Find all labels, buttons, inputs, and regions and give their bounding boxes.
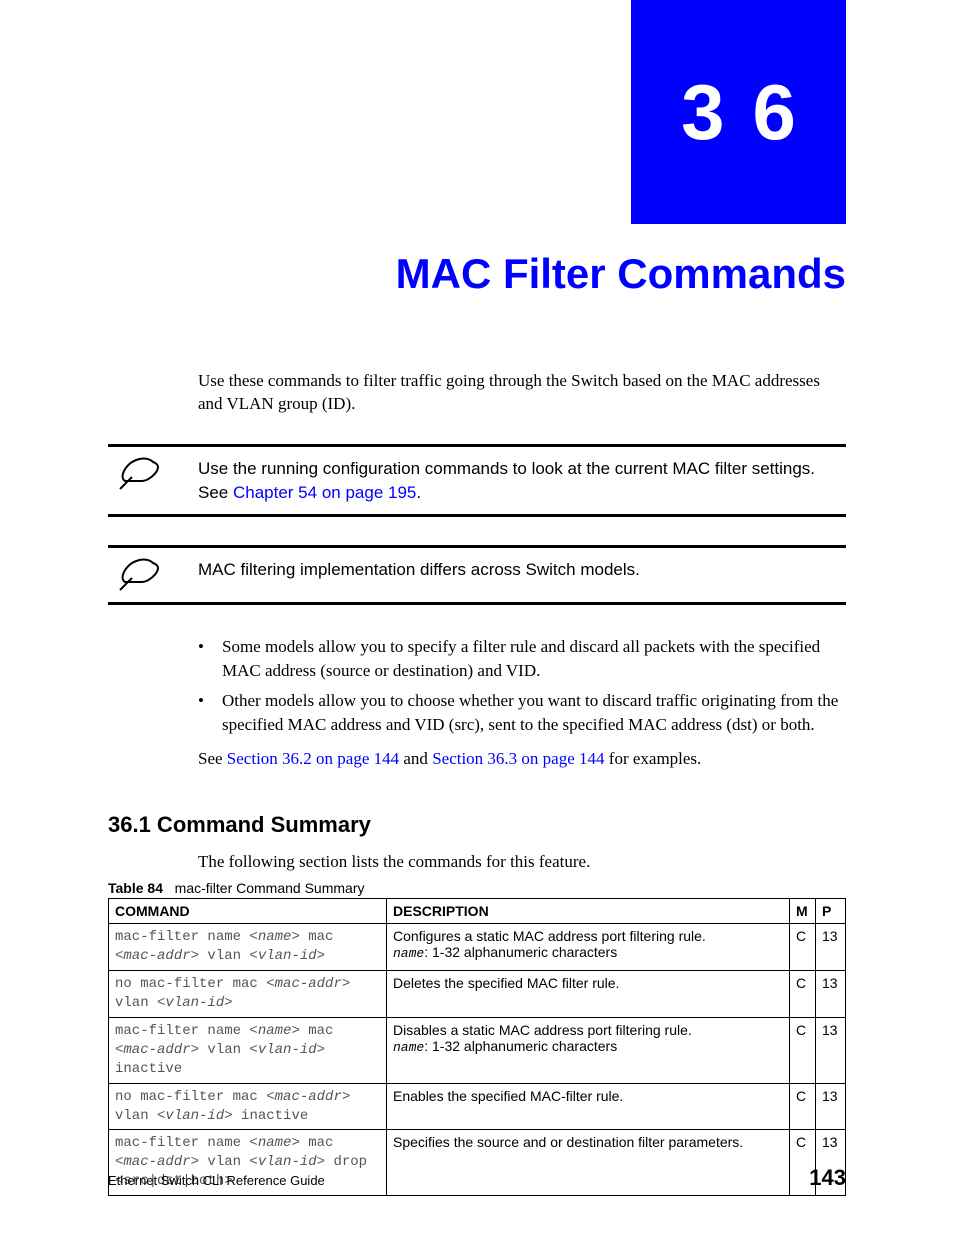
note1-after: . bbox=[416, 483, 421, 502]
col-m: M bbox=[790, 899, 816, 924]
see-post: for examples. bbox=[605, 749, 702, 768]
bullet-text: Other models allow you to choose whether… bbox=[222, 689, 846, 737]
bullet-list: • Some models allow you to specify a fil… bbox=[198, 635, 846, 736]
note-icon bbox=[108, 558, 198, 592]
cell-p: 13 bbox=[816, 1083, 846, 1130]
table-label: Table 84 bbox=[108, 880, 163, 896]
see-pre: See bbox=[198, 749, 227, 768]
table-caption: Table 84 mac-filter Command Summary bbox=[108, 880, 846, 896]
cell-p: 13 bbox=[816, 924, 846, 971]
cell-m: C bbox=[790, 971, 816, 1018]
footer-text: Ethernet Switch CLI Reference Guide bbox=[108, 1173, 325, 1188]
command-summary-table: COMMAND DESCRIPTION M P mac-filter name … bbox=[108, 898, 846, 1196]
list-item: • Other models allow you to choose wheth… bbox=[198, 689, 846, 737]
cell-description: Disables a static MAC address port filte… bbox=[387, 1018, 790, 1084]
note-text-2: MAC filtering implementation differs acr… bbox=[198, 558, 846, 592]
rule bbox=[108, 602, 846, 605]
section-heading: 36.1 Command Summary bbox=[108, 812, 846, 838]
rule bbox=[108, 545, 846, 548]
note-block-2: MAC filtering implementation differs acr… bbox=[108, 545, 846, 605]
col-command: COMMAND bbox=[109, 899, 387, 924]
section-lead: The following section lists the commands… bbox=[198, 852, 846, 872]
bullet-dot: • bbox=[198, 635, 222, 683]
col-p: P bbox=[816, 899, 846, 924]
cell-m: C bbox=[790, 1083, 816, 1130]
cell-command: mac-filter name <name> mac <mac-addr> vl… bbox=[109, 1018, 387, 1084]
table-row: no mac-filter mac <mac-addr> vlan <vlan-… bbox=[109, 1083, 846, 1130]
cell-m: C bbox=[790, 924, 816, 971]
cell-command: no mac-filter mac <mac-addr> vlan <vlan-… bbox=[109, 1083, 387, 1130]
table-row: mac-filter name <name> mac <mac-addr> vl… bbox=[109, 1018, 846, 1084]
cell-command: mac-filter name <name> mac <mac-addr> vl… bbox=[109, 924, 387, 971]
xref-link[interactable]: Section 36.3 on page 144 bbox=[432, 749, 604, 768]
cell-description: Deletes the specified MAC filter rule. bbox=[387, 971, 790, 1018]
rule bbox=[108, 444, 846, 447]
rule bbox=[108, 514, 846, 517]
col-description: DESCRIPTION bbox=[387, 899, 790, 924]
bullet-text: Some models allow you to specify a filte… bbox=[222, 635, 846, 683]
cell-command: no mac-filter mac <mac-addr> vlan <vlan-… bbox=[109, 971, 387, 1018]
note-block-1: Use the running configuration commands t… bbox=[108, 444, 846, 518]
note-icon bbox=[108, 457, 198, 505]
page-number: 143 bbox=[809, 1165, 846, 1191]
see-mid: and bbox=[399, 749, 432, 768]
table-caption-text: mac-filter Command Summary bbox=[175, 880, 365, 896]
list-item: • Some models allow you to specify a fil… bbox=[198, 635, 846, 683]
cell-description: Enables the specified MAC-filter rule. bbox=[387, 1083, 790, 1130]
cell-p: 13 bbox=[816, 971, 846, 1018]
table-row: mac-filter name <name> mac <mac-addr> vl… bbox=[109, 924, 846, 971]
note-text-1: Use the running configuration commands t… bbox=[198, 457, 846, 505]
page: 36 MAC Filter Commands Use these command… bbox=[0, 0, 954, 1235]
table-body: mac-filter name <name> mac <mac-addr> vl… bbox=[109, 924, 846, 1196]
xref-link[interactable]: Section 36.2 on page 144 bbox=[227, 749, 399, 768]
xref-link[interactable]: Chapter 54 on page 195 bbox=[233, 483, 416, 502]
intro-paragraph: Use these commands to filter traffic goi… bbox=[198, 370, 846, 416]
chapter-number-badge: 36 bbox=[631, 0, 846, 224]
table-row: no mac-filter mac <mac-addr> vlan <vlan-… bbox=[109, 971, 846, 1018]
table-header-row: COMMAND DESCRIPTION M P bbox=[109, 899, 846, 924]
bullet-dot: • bbox=[198, 689, 222, 737]
cell-description: Configures a static MAC address port fil… bbox=[387, 924, 790, 971]
body: Use these commands to filter traffic goi… bbox=[108, 370, 846, 1196]
cell-p: 13 bbox=[816, 1018, 846, 1084]
see-paragraph: See Section 36.2 on page 144 and Section… bbox=[198, 747, 846, 771]
chapter-title: MAC Filter Commands bbox=[396, 250, 846, 298]
cell-m: C bbox=[790, 1018, 816, 1084]
page-footer: Ethernet Switch CLI Reference Guide 143 bbox=[108, 1165, 846, 1191]
